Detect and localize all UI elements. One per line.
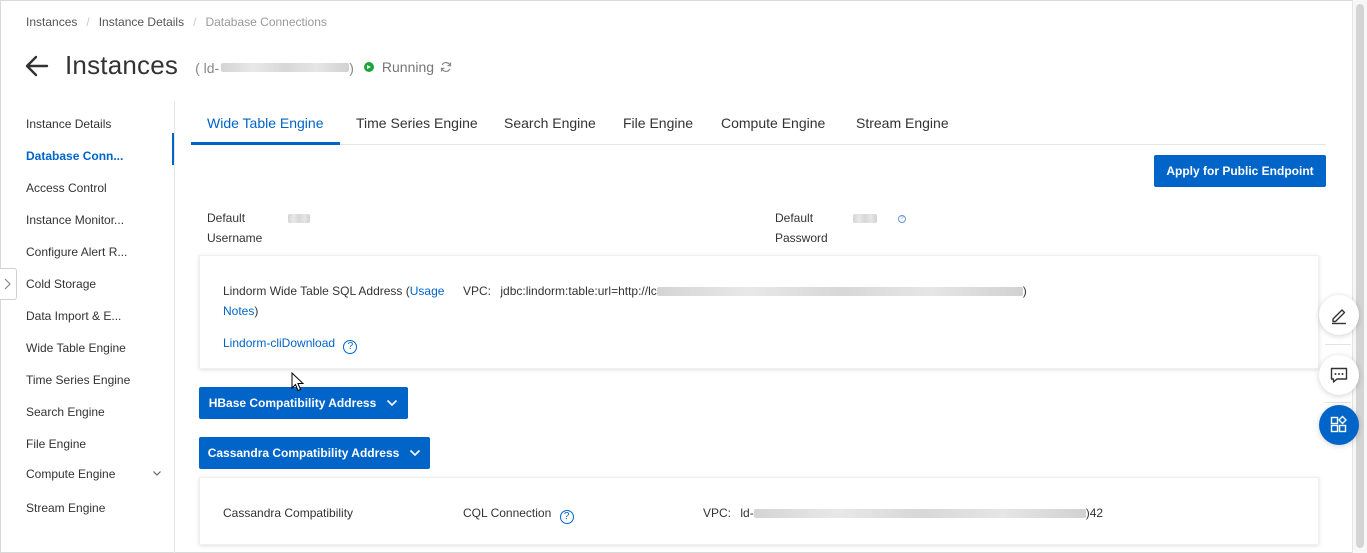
engine-tabs: Wide Table Engine Time Series Engine Sea… xyxy=(191,101,1326,145)
sidebar-item-wide-table-engine[interactable]: Wide Table Engine xyxy=(26,341,126,355)
tab-wide-table-engine[interactable]: Wide Table Engine xyxy=(207,115,323,131)
cassandra-compatibility-text: Cassandra Compatibility xyxy=(223,506,354,520)
tab-compute-engine[interactable]: Compute Engine xyxy=(721,115,825,131)
default-password-label: Default Password xyxy=(775,208,828,248)
apply-public-endpoint-button[interactable]: Apply for Public Endpoint xyxy=(1154,155,1326,187)
sql-vpc-value-suffix: ) xyxy=(1022,284,1027,298)
breadcrumb-separator: / xyxy=(86,15,90,29)
feedback-icon xyxy=(1330,367,1348,383)
chevron-down-icon[interactable] xyxy=(152,468,162,478)
sql-address-label-line2: Notes) xyxy=(223,304,258,318)
password-label-line1: Default xyxy=(775,211,814,225)
sidebar-item-instance-details[interactable]: Instance Details xyxy=(26,117,111,131)
cassandra-vpc-value-suffix: )42 xyxy=(1085,506,1104,520)
instance-id-suffix: ) xyxy=(349,59,354,76)
chevron-down-icon xyxy=(387,399,398,407)
sidebar-item-configure-alert-rules[interactable]: Configure Alert R... xyxy=(26,245,127,259)
breadcrumb-instances[interactable]: Instances xyxy=(26,15,77,29)
help-icon[interactable]: ? xyxy=(559,510,574,524)
default-password-value xyxy=(853,214,877,223)
chevron-down-icon xyxy=(410,449,421,457)
cassandra-compatibility-button[interactable]: Cassandra Compatibility Address xyxy=(199,437,430,469)
lindorm-cli-download: Lindorm-cliDownload ? xyxy=(223,336,358,354)
cassandra-panel: Cassandra Compatibility CQL Connection ?… xyxy=(199,477,1319,545)
sidebar-item-compute-engine[interactable]: Compute Engine xyxy=(26,467,115,481)
sidebar-item-stream-engine[interactable]: Stream Engine xyxy=(26,501,105,515)
sql-address-label: Lindorm Wide Table SQL Address (Usage xyxy=(223,284,444,298)
edit-float-button[interactable] xyxy=(1319,295,1359,335)
username-label-line2: Username xyxy=(207,231,263,245)
sidebar-item-data-import-export[interactable]: Data Import & E... xyxy=(26,309,121,323)
lindorm-cli-download-link[interactable]: Lindorm-cliDownload xyxy=(223,336,335,350)
sql-address-label-text: Lindorm Wide Table SQL Address ( xyxy=(223,284,410,298)
sql-address-label-close: ) xyxy=(254,304,259,318)
hbase-compatibility-label: HBase Compatibility Address xyxy=(208,396,377,410)
default-username-label: Default Username xyxy=(207,208,262,248)
sql-vpc-value-redacted xyxy=(656,287,1023,296)
sql-vpc-value: jdbc:lindorm:table:url=http://lc xyxy=(500,284,657,298)
sql-address-panel: Lindorm Wide Table SQL Address (Usage No… xyxy=(199,255,1319,369)
page-scrollbar[interactable] xyxy=(1352,0,1367,553)
usage-notes-link[interactable]: Usage xyxy=(410,284,445,298)
cassandra-compatibility-label: Cassandra Compatibility Address xyxy=(207,446,400,460)
instance-id-redacted xyxy=(221,63,350,72)
breadcrumb-separator: / xyxy=(193,15,197,29)
sql-vpc-address: VPC: jdbc:lindorm:table:url=http://lc) xyxy=(463,284,1027,298)
apps-icon xyxy=(1330,415,1347,433)
password-help-icon[interactable]: ? xyxy=(898,215,906,223)
float-separator xyxy=(1325,344,1351,345)
sidebar-item-database-connections[interactable]: Database Conn... xyxy=(26,149,123,163)
vpc-label: VPC: xyxy=(463,284,492,298)
breadcrumb-database-connections: Database Connections xyxy=(205,15,327,29)
sidebar-item-file-engine[interactable]: File Engine xyxy=(26,437,86,451)
float-separator xyxy=(1325,402,1351,403)
tab-search-engine[interactable]: Search Engine xyxy=(504,115,596,131)
refresh-icon[interactable] xyxy=(440,61,452,73)
sidebar-item-instance-monitoring[interactable]: Instance Monitor... xyxy=(26,213,124,227)
tab-stream-engine[interactable]: Stream Engine xyxy=(856,115,949,131)
usage-notes-link-continued[interactable]: Notes xyxy=(223,304,254,318)
sidebar-item-access-control[interactable]: Access Control xyxy=(26,181,107,195)
chevron-right-icon xyxy=(4,278,11,290)
cassandra-vpc-value-redacted xyxy=(753,509,1086,518)
page-title: Instances xyxy=(65,50,179,80)
edit-icon xyxy=(1332,309,1346,325)
running-status-icon xyxy=(363,62,374,72)
cql-connection-label: CQL Connection ? xyxy=(463,506,574,524)
breadcrumb: Instances / Instance Details / Database … xyxy=(26,15,327,29)
apps-float-button[interactable] xyxy=(1319,405,1359,445)
sidebar: Instance Details Database Conn... Access… xyxy=(0,101,175,553)
cql-connection-text: CQL Connection xyxy=(463,506,552,520)
instance-status: Running xyxy=(363,59,452,75)
sidebar-collapse-toggle[interactable] xyxy=(0,268,17,300)
active-tab-underline xyxy=(191,142,340,145)
page-header: Instances ( ld- ) Running xyxy=(24,50,452,81)
default-username-value xyxy=(288,214,310,223)
instance-id-prefix: ( ld- xyxy=(195,59,220,76)
tab-file-engine[interactable]: File Engine xyxy=(623,115,693,131)
status-text: Running xyxy=(381,59,435,75)
tab-time-series-engine[interactable]: Time Series Engine xyxy=(356,115,478,131)
scrollbar-thumb[interactable] xyxy=(1356,4,1364,548)
cassandra-vpc-address: VPC: ld- )42 xyxy=(703,506,1103,520)
username-label-line1: Default xyxy=(207,211,246,225)
sidebar-item-cold-storage[interactable]: Cold Storage xyxy=(26,277,96,291)
password-label-line2: Password xyxy=(775,231,828,245)
breadcrumb-instance-details[interactable]: Instance Details xyxy=(99,15,184,29)
back-arrow-icon[interactable] xyxy=(24,53,50,79)
cassandra-vpc-value: ld- xyxy=(740,506,754,520)
mouse-cursor-icon xyxy=(291,372,305,392)
help-icon[interactable]: ? xyxy=(343,340,358,354)
sidebar-item-search-engine[interactable]: Search Engine xyxy=(26,405,105,419)
instance-id: ( ld- ) xyxy=(195,60,354,76)
sidebar-item-time-series-engine[interactable]: Time Series Engine xyxy=(26,373,130,387)
vpc-label: VPC: xyxy=(703,506,732,520)
feedback-float-button[interactable] xyxy=(1319,355,1359,395)
sidebar-active-indicator xyxy=(172,133,174,165)
